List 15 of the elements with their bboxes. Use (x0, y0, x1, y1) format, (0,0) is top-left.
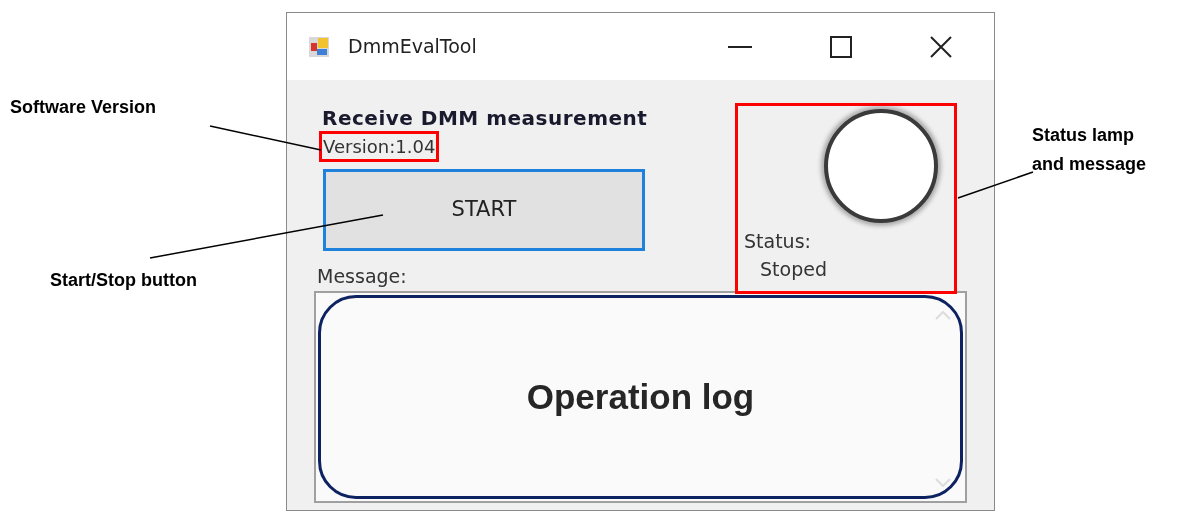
annotation-label: Software Version (10, 96, 157, 119)
maximize-icon[interactable] (830, 35, 852, 58)
app-heading: Receive DMM measurement (322, 106, 649, 130)
close-icon[interactable] (930, 35, 952, 58)
minimize-icon[interactable] (728, 45, 752, 48)
annotation-label: Start/Stop button (50, 269, 197, 292)
message-label: Message: (317, 264, 408, 289)
status-value: Stoped (760, 257, 828, 282)
status-label: Status: (744, 229, 812, 254)
callout-label: Operation log (526, 375, 755, 418)
start-button[interactable]: START (323, 169, 645, 251)
version-label: Version:1.04 (323, 135, 436, 158)
annotation-label: Status lamp and message (1032, 124, 1148, 176)
app-icon (308, 35, 330, 58)
window-title: DmmEvalTool (348, 34, 477, 60)
